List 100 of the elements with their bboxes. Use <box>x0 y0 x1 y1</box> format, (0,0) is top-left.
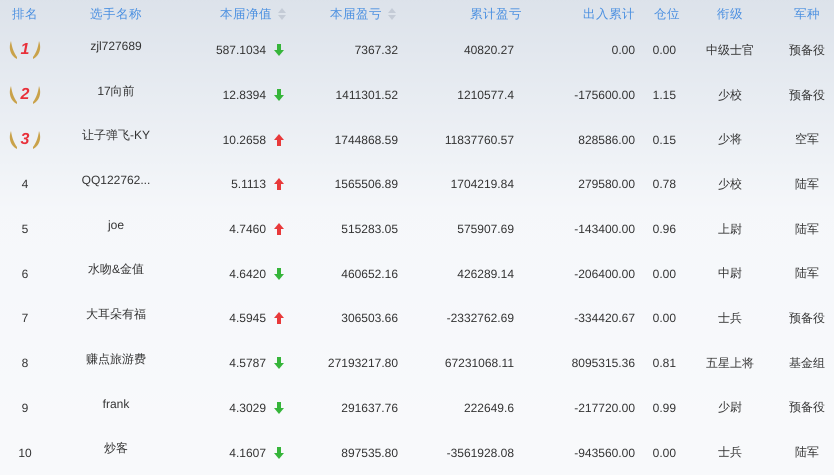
net-value: 10.2658 <box>222 132 266 147</box>
pnl-value: 1565506.89 <box>334 177 398 192</box>
net-value: 5.1113 <box>231 177 266 192</box>
rank-number: 2 <box>20 86 30 104</box>
total-pnl-value: -2332762.69 <box>446 311 514 326</box>
player-name: 炒客 <box>104 440 128 458</box>
service-branch: 空军 <box>795 131 819 148</box>
flow-value: 8095315.36 <box>572 356 635 370</box>
rank-title: 上尉 <box>718 220 742 238</box>
total-pnl-value: 426289.14 <box>457 266 514 281</box>
column-header: 出入累计 <box>583 6 635 22</box>
rank-title: 中尉 <box>718 265 742 282</box>
player-name: 让子弹飞-KY <box>82 127 150 144</box>
sort-icon[interactable] <box>278 8 286 20</box>
flow-value: -206400.00 <box>574 266 635 281</box>
service-branch: 陆军 <box>795 220 819 238</box>
column-header[interactable]: 本届净值 <box>220 6 272 22</box>
position-value: 0.81 <box>652 356 676 370</box>
pnl-value: 27193217.80 <box>328 356 398 370</box>
rank-title: 中级士官 <box>706 42 754 59</box>
column-header: 军种 <box>794 6 820 22</box>
position-value: 0.00 <box>652 266 676 281</box>
flow-value: -217720.00 <box>574 400 635 415</box>
rank-title: 少尉 <box>718 399 742 416</box>
flow-value: 0.00 <box>612 43 635 58</box>
pnl-value: 897535.80 <box>341 446 398 460</box>
net-value: 4.5787 <box>229 356 266 370</box>
player-name: joe <box>108 218 124 232</box>
rank-title: 士兵 <box>718 444 742 462</box>
position-value: 0.99 <box>652 400 676 415</box>
flow-value: -334420.67 <box>574 311 635 326</box>
service-branch: 预备役 <box>789 399 825 416</box>
service-branch: 预备役 <box>789 86 825 104</box>
total-pnl-value: -3561928.08 <box>446 446 514 460</box>
player-name: zjl727689 <box>90 39 142 54</box>
net-value: 4.1607 <box>229 446 266 460</box>
net-value: 4.5945 <box>229 311 266 326</box>
total-pnl-value: 222649.6 <box>464 400 514 415</box>
rank-number: 4 <box>22 177 28 192</box>
service-branch: 陆军 <box>795 176 819 193</box>
rank-number: 5 <box>22 222 28 236</box>
position-value: 0.00 <box>652 43 676 58</box>
pnl-value: 460652.16 <box>341 266 398 281</box>
flow-value: 828586.00 <box>578 132 635 147</box>
service-branch: 基金组 <box>789 354 825 372</box>
rank-number: 3 <box>20 130 30 149</box>
rank-number: 8 <box>22 356 28 370</box>
pnl-value: 515283.05 <box>341 222 398 236</box>
column-header: 仓位 <box>654 6 680 22</box>
position-value: 0.96 <box>652 222 676 236</box>
total-pnl-value: 1704219.84 <box>450 177 514 192</box>
service-branch: 陆军 <box>795 444 819 462</box>
player-name: QQ122762... <box>82 173 150 188</box>
rank-title: 士兵 <box>718 310 742 327</box>
player-name: 大耳朵有福 <box>86 306 146 323</box>
column-header: 累计盈亏 <box>470 6 522 22</box>
player-name: 17向前 <box>97 82 135 100</box>
flow-value: -143400.00 <box>574 222 635 236</box>
wing-icon <box>32 130 42 150</box>
total-pnl-value: 11837760.57 <box>444 132 514 147</box>
column-header[interactable]: 本届盈亏 <box>330 6 382 22</box>
pnl-value: 291637.76 <box>341 400 398 415</box>
position-value: 0.15 <box>652 132 676 147</box>
rank-title: 少校 <box>718 176 742 193</box>
position-value: 1.15 <box>652 88 676 102</box>
service-branch: 预备役 <box>789 42 825 59</box>
player-name: 赚点旅游费 <box>86 350 146 368</box>
player-name: 水吻&金值 <box>88 261 144 278</box>
rank-number: 1 <box>20 41 30 60</box>
rank-number: 9 <box>22 400 28 415</box>
column-header: 排名 <box>12 6 38 22</box>
flow-value: -943560.00 <box>574 446 635 460</box>
sort-icon[interactable] <box>388 8 396 20</box>
net-value: 4.6420 <box>229 266 266 281</box>
rank-number: 6 <box>22 266 28 281</box>
rank-number: 7 <box>22 311 28 326</box>
column-header: 选手名称 <box>90 6 142 22</box>
column-header: 衔级 <box>717 6 743 22</box>
wing-icon <box>32 85 42 106</box>
rank-title: 少校 <box>718 86 742 104</box>
pnl-value: 1744868.59 <box>334 132 398 147</box>
position-value: 0.78 <box>652 177 676 192</box>
position-value: 0.00 <box>652 311 676 326</box>
net-value: 12.8394 <box>222 88 266 102</box>
net-value: 587.1034 <box>216 43 266 58</box>
total-pnl-value: 575907.69 <box>457 222 514 236</box>
rank-title: 五星上将 <box>706 354 754 372</box>
service-branch: 预备役 <box>789 310 825 327</box>
total-pnl-value: 40820.27 <box>464 43 514 58</box>
net-value: 4.7460 <box>229 222 266 236</box>
service-branch: 陆军 <box>795 265 819 282</box>
wing-icon <box>32 40 42 60</box>
player-name: frank <box>102 396 130 411</box>
position-value: 0.00 <box>652 446 676 460</box>
flow-value: -175600.00 <box>574 88 635 102</box>
total-pnl-value: 67231068.11 <box>444 356 514 370</box>
flow-value: 279580.00 <box>578 177 635 192</box>
rank-title: 少将 <box>718 131 742 148</box>
total-pnl-value: 1210577.4 <box>457 88 514 102</box>
pnl-value: 306503.66 <box>341 311 398 326</box>
